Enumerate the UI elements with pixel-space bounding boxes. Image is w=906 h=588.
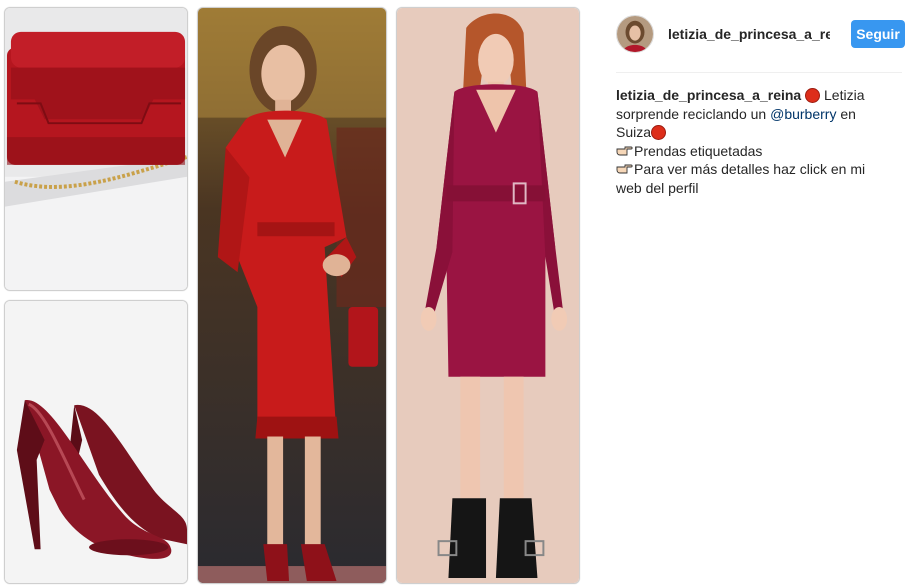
post-info-panel: letizia_de_princesa_a_reina Seguir letiz…	[598, 0, 906, 588]
post-header: letizia_de_princesa_a_reina Seguir	[616, 14, 906, 54]
avatar[interactable]	[616, 15, 654, 53]
follow-button[interactable]: Seguir	[851, 20, 905, 48]
red-patent-pumps-photo	[4, 300, 188, 584]
pointing-hand-icon	[616, 163, 633, 175]
red-circle-icon	[805, 88, 821, 103]
caption-line-profile: Para ver más detalles haz click en mi we…	[616, 161, 866, 196]
post-caption: letizia_de_princesa_a_reina Letizia sorp…	[616, 86, 886, 197]
queen-letizia-red-dress-photo	[197, 7, 387, 584]
red-clutch-bag-photo	[4, 7, 188, 291]
mention-link[interactable]: @burberry	[770, 106, 836, 122]
model-burgundy-trench-dress-photo	[396, 7, 580, 584]
post-image-collage[interactable]	[0, 0, 584, 588]
caption-line-tagged: Prendas etiquetadas	[634, 142, 763, 159]
username-link[interactable]: letizia_de_princesa_a_reina	[668, 26, 830, 42]
header-divider	[616, 72, 902, 73]
red-circle-icon	[651, 125, 667, 140]
pointing-hand-icon	[616, 145, 633, 157]
caption-username-link[interactable]: letizia_de_princesa_a_reina	[616, 87, 801, 103]
